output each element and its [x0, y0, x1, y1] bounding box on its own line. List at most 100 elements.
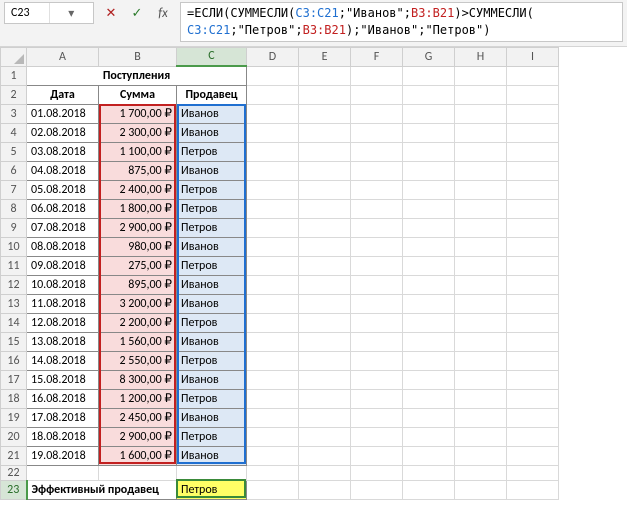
- row-header[interactable]: 17: [1, 370, 27, 389]
- seller-cell[interactable]: Иванов: [177, 332, 247, 351]
- row-header[interactable]: 22: [1, 465, 27, 480]
- sum-cell[interactable]: 1 600,00 ₽: [99, 446, 177, 465]
- formula-input[interactable]: =ЕСЛИ(СУММЕСЛИ(C3:C21;"Иванов";B3:B21)>С…: [180, 2, 623, 42]
- date-cell[interactable]: 03.08.2018: [27, 142, 99, 161]
- result-value-cell[interactable]: Петров: [177, 480, 247, 499]
- date-cell[interactable]: 16.08.2018: [27, 389, 99, 408]
- sum-cell[interactable]: 2 900,00 ₽: [99, 427, 177, 446]
- seller-cell[interactable]: Иванов: [177, 104, 247, 123]
- date-cell[interactable]: 14.08.2018: [27, 351, 99, 370]
- seller-cell[interactable]: Иванов: [177, 123, 247, 142]
- date-cell[interactable]: 13.08.2018: [27, 332, 99, 351]
- date-cell[interactable]: 07.08.2018: [27, 218, 99, 237]
- col-header-A[interactable]: A: [27, 47, 99, 66]
- seller-cell[interactable]: Иванов: [177, 408, 247, 427]
- date-cell[interactable]: 09.08.2018: [27, 256, 99, 275]
- seller-cell[interactable]: Иванов: [177, 237, 247, 256]
- row-header[interactable]: 14: [1, 313, 27, 332]
- sum-cell[interactable]: 2 300,00 ₽: [99, 123, 177, 142]
- date-cell[interactable]: 08.08.2018: [27, 237, 99, 256]
- date-cell[interactable]: 11.08.2018: [27, 294, 99, 313]
- select-all-corner[interactable]: [1, 47, 27, 66]
- chevron-down-icon[interactable]: ▾: [49, 3, 94, 23]
- header-cell-date[interactable]: Дата: [27, 85, 99, 104]
- sum-cell[interactable]: 875,00 ₽: [99, 161, 177, 180]
- date-cell[interactable]: 17.08.2018: [27, 408, 99, 427]
- merged-title-cell[interactable]: Поступления: [27, 66, 247, 85]
- seller-cell[interactable]: Петров: [177, 199, 247, 218]
- sum-cell[interactable]: 1 700,00 ₽: [99, 104, 177, 123]
- row-header[interactable]: 19: [1, 408, 27, 427]
- sum-cell[interactable]: 1 100,00 ₽: [99, 142, 177, 161]
- row-header[interactable]: 3: [1, 104, 27, 123]
- date-cell[interactable]: 01.08.2018: [27, 104, 99, 123]
- sum-cell[interactable]: 2 450,00 ₽: [99, 408, 177, 427]
- col-header-H[interactable]: H: [455, 47, 507, 66]
- col-header-D[interactable]: D: [247, 47, 299, 66]
- sum-cell[interactable]: 2 550,00 ₽: [99, 351, 177, 370]
- seller-cell[interactable]: Петров: [177, 142, 247, 161]
- row-header[interactable]: 7: [1, 180, 27, 199]
- row-header[interactable]: 10: [1, 237, 27, 256]
- seller-cell[interactable]: Иванов: [177, 275, 247, 294]
- seller-cell[interactable]: Петров: [177, 313, 247, 332]
- seller-cell[interactable]: Петров: [177, 389, 247, 408]
- row-header[interactable]: 1: [1, 66, 27, 85]
- seller-cell[interactable]: Иванов: [177, 370, 247, 389]
- date-cell[interactable]: 19.08.2018: [27, 446, 99, 465]
- date-cell[interactable]: 04.08.2018: [27, 161, 99, 180]
- row-header[interactable]: 21: [1, 446, 27, 465]
- row-header[interactable]: 23: [1, 480, 27, 499]
- date-cell[interactable]: 06.08.2018: [27, 199, 99, 218]
- sum-cell[interactable]: 1 200,00 ₽: [99, 389, 177, 408]
- seller-cell[interactable]: Петров: [177, 351, 247, 370]
- seller-cell[interactable]: Петров: [177, 427, 247, 446]
- fx-icon[interactable]: fx: [150, 2, 176, 24]
- cancel-icon[interactable]: ✕: [98, 2, 124, 24]
- header-cell-seller[interactable]: Продавец: [177, 85, 247, 104]
- sum-cell[interactable]: 895,00 ₽: [99, 275, 177, 294]
- row-header[interactable]: 16: [1, 351, 27, 370]
- date-cell[interactable]: 12.08.2018: [27, 313, 99, 332]
- sum-cell[interactable]: 1 800,00 ₽: [99, 199, 177, 218]
- sum-cell[interactable]: 1 560,00 ₽: [99, 332, 177, 351]
- row-header[interactable]: 5: [1, 142, 27, 161]
- row-header[interactable]: 18: [1, 389, 27, 408]
- row-header[interactable]: 4: [1, 123, 27, 142]
- col-header-C[interactable]: C: [177, 47, 247, 66]
- row-header[interactable]: 9: [1, 218, 27, 237]
- accept-icon[interactable]: ✓: [124, 2, 150, 24]
- row-header[interactable]: 6: [1, 161, 27, 180]
- seller-cell[interactable]: Иванов: [177, 161, 247, 180]
- seller-cell[interactable]: Петров: [177, 218, 247, 237]
- col-header-G[interactable]: G: [403, 47, 455, 66]
- col-header-E[interactable]: E: [299, 47, 351, 66]
- name-box[interactable]: C23 ▾: [4, 2, 94, 24]
- header-cell-sum[interactable]: Сумма: [99, 85, 177, 104]
- seller-cell[interactable]: Петров: [177, 256, 247, 275]
- seller-cell[interactable]: Иванов: [177, 294, 247, 313]
- row-header[interactable]: 12: [1, 275, 27, 294]
- sum-cell[interactable]: 8 300,00 ₽: [99, 370, 177, 389]
- row-header[interactable]: 20: [1, 427, 27, 446]
- date-cell[interactable]: 02.08.2018: [27, 123, 99, 142]
- sum-cell[interactable]: 2 200,00 ₽: [99, 313, 177, 332]
- seller-cell[interactable]: Петров: [177, 180, 247, 199]
- sum-cell[interactable]: 2 900,00 ₽: [99, 218, 177, 237]
- date-cell[interactable]: 10.08.2018: [27, 275, 99, 294]
- sum-cell[interactable]: 3 200,00 ₽: [99, 294, 177, 313]
- seller-cell[interactable]: Иванов: [177, 446, 247, 465]
- row-header[interactable]: 2: [1, 85, 27, 104]
- row-header[interactable]: 11: [1, 256, 27, 275]
- sum-cell[interactable]: 980,00 ₽: [99, 237, 177, 256]
- row-header[interactable]: 13: [1, 294, 27, 313]
- sum-cell[interactable]: 2 400,00 ₽: [99, 180, 177, 199]
- row-header[interactable]: 8: [1, 199, 27, 218]
- col-header-I[interactable]: I: [507, 47, 559, 66]
- row-header[interactable]: 15: [1, 332, 27, 351]
- grid-table[interactable]: A B C D E F G H I 1 Поступления 2 Дата С…: [0, 47, 559, 500]
- sum-cell[interactable]: 275,00 ₽: [99, 256, 177, 275]
- date-cell[interactable]: 15.08.2018: [27, 370, 99, 389]
- date-cell[interactable]: 18.08.2018: [27, 427, 99, 446]
- date-cell[interactable]: 05.08.2018: [27, 180, 99, 199]
